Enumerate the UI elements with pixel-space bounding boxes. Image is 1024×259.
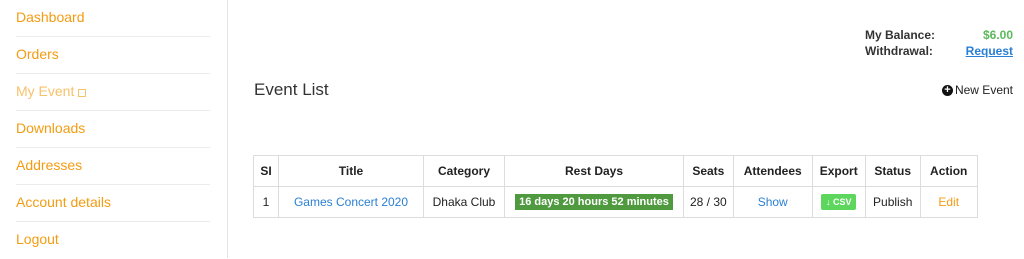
sidebar-item-dashboard[interactable]: Dashboard — [16, 0, 210, 37]
withdrawal-row: Withdrawal: Request — [865, 44, 1013, 60]
export-csv-button[interactable]: ↓ CSV — [820, 194, 857, 210]
column-header-title: Title — [278, 155, 424, 187]
column-header-action: Action — [919, 155, 978, 187]
balance-label: My Balance: — [865, 28, 936, 42]
show-attendees-link[interactable]: Show — [758, 195, 788, 209]
sidebar-item-my-event[interactable]: My Event — [16, 74, 210, 111]
column-header-category: Category — [423, 155, 505, 187]
balance-amount: $6.00 — [982, 28, 1013, 42]
sidebar-item-account-details[interactable]: Account details — [16, 185, 210, 222]
cell-action: Edit — [919, 186, 978, 218]
withdrawal-label: Withdrawal: — [865, 44, 933, 58]
sidebar-item-orders[interactable]: Orders — [16, 37, 210, 74]
sidebar-item-label: Downloads — [16, 120, 86, 136]
sidebar-item-label: My Event — [16, 83, 75, 99]
sidebar-item-logout[interactable]: Logout — [16, 222, 210, 259]
rest-days-badge: 16 days 20 hours 52 minutes — [515, 194, 673, 210]
submenu-square-icon — [78, 89, 87, 97]
column-header-rest-days: Rest Days — [504, 155, 684, 187]
sidebar-item-label: Dashboard — [16, 9, 85, 25]
cell-si: 1 — [253, 186, 279, 218]
table-row: 1 Games Concert 2020 Dhaka Club 16 days … — [253, 186, 978, 218]
column-header-status: Status — [864, 155, 921, 187]
column-header-export: Export — [811, 155, 866, 187]
cell-title: Games Concert 2020 — [278, 186, 424, 218]
event-table: SI Title Category Rest Days Seats Attend… — [253, 155, 978, 218]
sidebar-item-label: Logout — [16, 231, 59, 247]
column-header-seats: Seats — [683, 155, 734, 187]
cell-attendees: Show — [732, 186, 813, 218]
column-header-attendees: Attendees — [732, 155, 813, 187]
plus-circle-icon: + — [941, 84, 953, 96]
cell-status: Publish — [864, 186, 921, 218]
sidebar-item-downloads[interactable]: Downloads — [16, 111, 210, 148]
balance-row: My Balance: $6.00 — [865, 28, 1013, 44]
cell-rest-days: 16 days 20 hours 52 minutes — [504, 186, 684, 218]
cell-category: Dhaka Club — [423, 186, 505, 218]
event-title-link[interactable]: Games Concert 2020 — [294, 195, 408, 209]
sidebar-item-label-wrap: My Event — [16, 83, 87, 99]
withdrawal-request-link[interactable]: Request — [966, 44, 1013, 58]
column-header-si: SI — [253, 155, 279, 187]
sidebar-item-addresses[interactable]: Addresses — [16, 148, 210, 185]
edit-event-link[interactable]: Edit — [938, 195, 959, 209]
new-event-label: New Event — [954, 83, 1013, 97]
cell-export: ↓ CSV — [811, 186, 866, 218]
balance-panel: My Balance: $6.00 Withdrawal: Request — [865, 28, 1013, 60]
sidebar-item-label: Addresses — [16, 157, 83, 173]
account-sidebar: Dashboard Orders My Event Downloads Addr… — [0, 0, 228, 258]
page-title: Event List — [254, 80, 329, 99]
new-event-button[interactable]: + New Event — [941, 83, 1013, 97]
sidebar-item-label: Account details — [16, 194, 111, 210]
table-header-row: SI Title Category Rest Days Seats Attend… — [253, 155, 978, 187]
cell-seats: 28 / 30 — [683, 186, 734, 218]
sidebar-item-label: Orders — [16, 46, 59, 62]
